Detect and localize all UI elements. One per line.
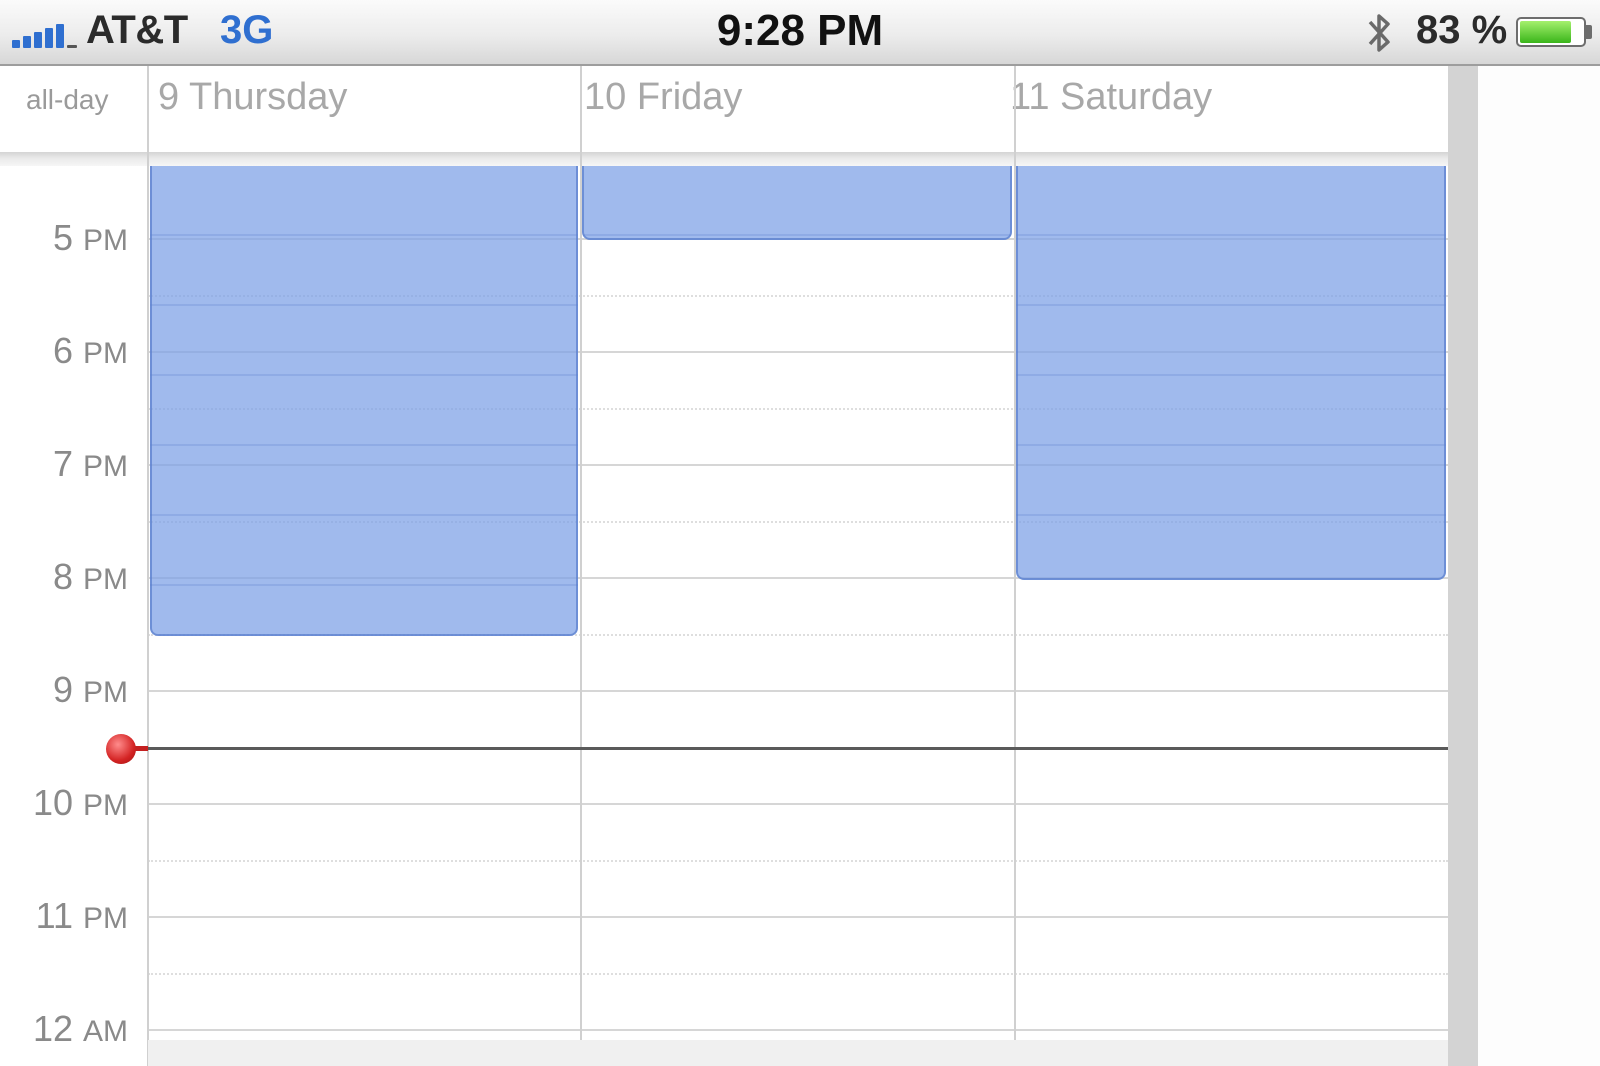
hour-label-7pm: 7 PM <box>52 443 128 484</box>
battery-percent: 83 % <box>1416 8 1508 52</box>
half-hour-line <box>148 860 1448 862</box>
current-time-dot-icon <box>106 734 136 764</box>
half-hour-line <box>148 973 1448 975</box>
day-header-friday[interactable]: 10 Friday <box>584 76 742 119</box>
all-day-label: all-day <box>26 84 109 115</box>
event-block-saturday[interactable] <box>1016 166 1446 580</box>
status-bar: AT&T 3G 9:28 PM 83 % <box>0 0 1600 66</box>
battery-icon <box>1516 17 1586 47</box>
current-time-line <box>140 747 1448 750</box>
day-header-saturday[interactable]: 11 Saturday <box>1010 76 1212 119</box>
hour-line <box>148 916 1448 918</box>
header-divider <box>0 152 1448 166</box>
day-header-thursday[interactable]: 9 Thursday <box>158 76 347 119</box>
hour-label-9pm: 9 PM <box>52 669 128 710</box>
status-time: 9:28 PM <box>716 6 884 55</box>
hour-line <box>148 1029 1448 1031</box>
hour-label-5pm: 5 PM <box>52 217 128 258</box>
hour-label-10pm: 10 PM <box>32 782 128 823</box>
next-day-strip <box>148 1040 1448 1066</box>
scrollbar[interactable] <box>1448 66 1478 1066</box>
hour-label-11pm: 11 PM <box>35 895 128 936</box>
day-divider <box>147 66 149 1066</box>
hour-label-8pm: 8 PM <box>52 556 128 597</box>
calendar-header: all-day 9 Thursday 10 Friday 11 Saturday <box>0 66 1448 152</box>
hour-line <box>148 803 1448 805</box>
battery-tip <box>1586 25 1592 39</box>
bluetooth-icon <box>1368 14 1390 52</box>
event-block-friday[interactable] <box>582 166 1012 240</box>
hour-label-12am: 12 AM <box>32 1008 128 1049</box>
hour-label-6pm: 6 PM <box>52 330 128 371</box>
right-panel <box>1478 66 1600 1066</box>
hour-line <box>148 690 1448 692</box>
event-block-thursday[interactable] <box>150 166 578 636</box>
battery-fill <box>1520 21 1572 43</box>
